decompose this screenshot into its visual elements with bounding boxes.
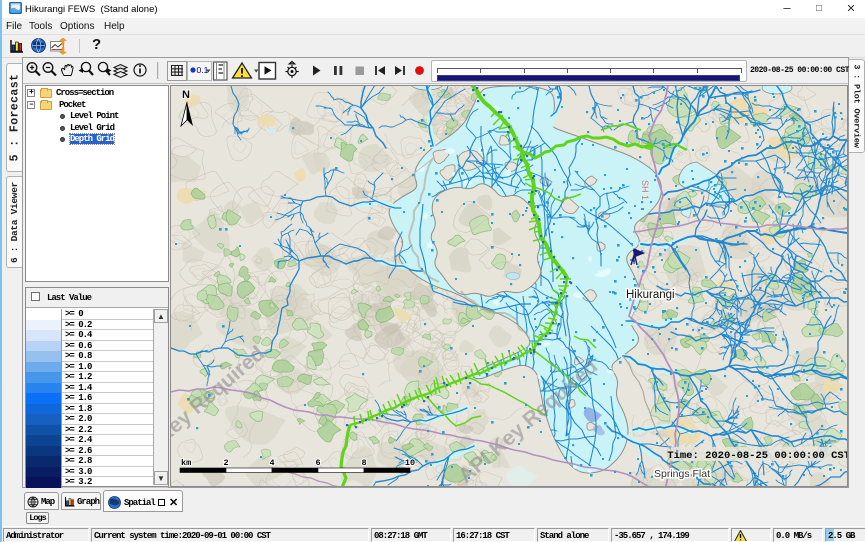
svg-text:4: 4	[269, 458, 274, 468]
svg-text:N: N	[182, 89, 190, 101]
svg-text:SH 1: SH 1	[640, 180, 650, 200]
svg-text:Springs Flat: Springs Flat	[654, 468, 710, 480]
svg-text:10: 10	[405, 458, 415, 468]
svg-text:Hikurangi: Hikurangi	[626, 289, 675, 301]
svg-text:km: km	[181, 458, 191, 468]
svg-text:6: 6	[315, 458, 320, 468]
svg-text:8: 8	[361, 458, 366, 468]
svg-text:2: 2	[223, 458, 228, 468]
svg-text:Time: 2020-08-25 00:00:00 CST: Time: 2020-08-25 00:00:00 CST	[667, 450, 848, 462]
